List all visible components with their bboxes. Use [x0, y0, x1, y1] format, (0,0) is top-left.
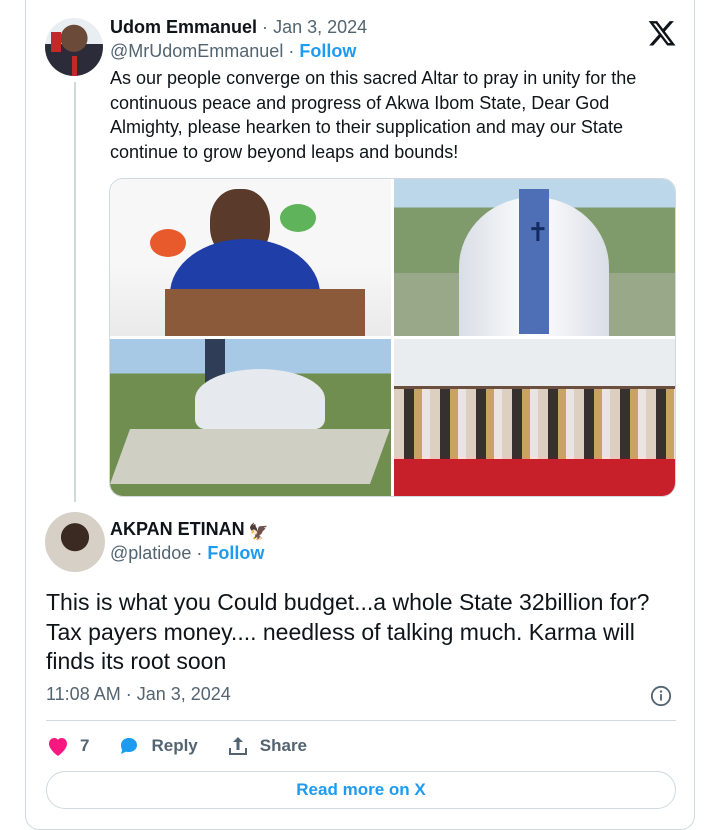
cathedral-roof — [195, 369, 325, 429]
cross-icon: ✝ — [527, 217, 549, 247]
quoted-date[interactable]: Jan 3, 2024 — [273, 17, 367, 37]
avatar[interactable] — [45, 512, 105, 572]
tie-detail — [72, 56, 77, 76]
share-label: Share — [259, 736, 308, 755]
divider — [46, 720, 676, 721]
reply-author-name[interactable]: AKPAN ETINAN — [110, 519, 245, 539]
share-button[interactable]: Share — [226, 735, 307, 757]
reply-handle-line: @platidoe · Follow — [110, 543, 264, 564]
cathedral-aerial-photo[interactable]: ✝ — [394, 179, 675, 336]
like-count: 7 — [80, 736, 90, 755]
flag-icon — [51, 32, 61, 52]
x-logo-icon[interactable] — [647, 18, 677, 48]
quoted-handle[interactable]: @MrUdomEmmanuel — [110, 41, 283, 61]
follow-button[interactable]: Follow — [299, 41, 356, 61]
follow-button[interactable]: Follow — [207, 543, 264, 563]
reply-button[interactable]: Reply — [117, 735, 198, 757]
read-more-button[interactable]: Read more on X — [46, 771, 676, 809]
reply-label: Reply — [151, 736, 198, 755]
quoted-handle-line: @MrUdomEmmanuel · Follow — [110, 41, 356, 62]
reply-tweet-text: This is what you Could budget...a whole … — [46, 589, 650, 674]
thread-line — [74, 82, 76, 502]
separator: · — [288, 41, 295, 61]
action-bar: 7 Reply Share — [46, 734, 335, 758]
reply-author-line: AKPAN ETINAN 🦅 — [110, 519, 269, 541]
quoted-author-name[interactable]: Udom Emmanuel — [110, 17, 257, 37]
quoted-author-line: Udom Emmanuel · Jan 3, 2024 — [110, 17, 367, 38]
timestamp[interactable]: 11:08 AM · Jan 3, 2024 — [46, 684, 231, 705]
congregation-group-photo[interactable] — [394, 339, 675, 496]
flower-decor — [150, 229, 186, 257]
heart-icon — [49, 738, 67, 756]
podium — [165, 289, 365, 336]
speaker-at-podium-photo[interactable] — [110, 179, 391, 336]
crowd — [394, 389, 675, 459]
reply-handle[interactable]: @platidoe — [110, 543, 191, 563]
separator: · — [262, 17, 269, 37]
eagle-icon: 🦅 — [248, 524, 269, 541]
cathedral-tower — [519, 189, 549, 334]
like-button[interactable]: 7 — [46, 735, 89, 757]
separator: · — [196, 543, 203, 563]
flower-decor — [280, 204, 316, 232]
info-icon[interactable] — [650, 685, 672, 707]
share-icon — [228, 737, 247, 755]
quoted-tweet-text: As our people converge on this sacred Al… — [110, 68, 637, 162]
avatar[interactable] — [45, 18, 103, 76]
media-grid: ✝ — [109, 178, 676, 497]
reply-bubble-icon — [121, 738, 138, 754]
cathedral-wide-aerial-photo[interactable] — [110, 339, 391, 496]
plaza — [110, 429, 391, 484]
